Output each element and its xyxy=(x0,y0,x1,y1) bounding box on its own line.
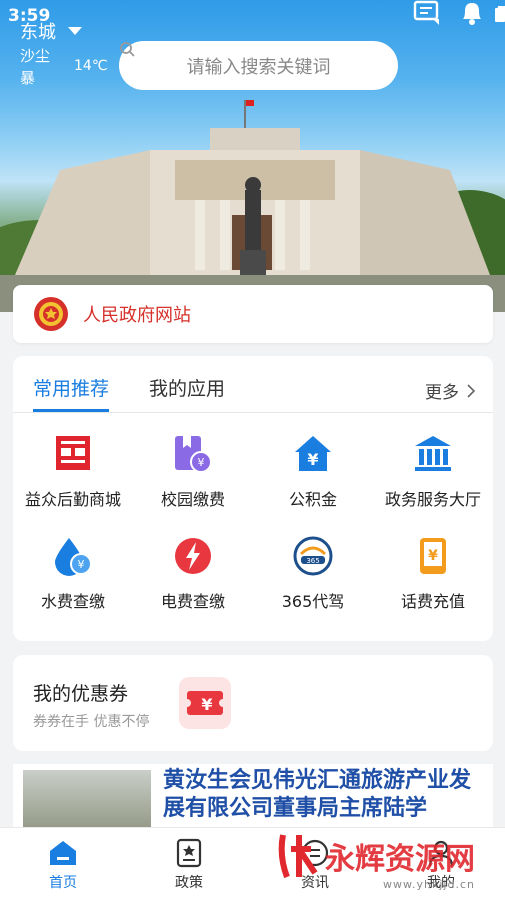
svg-text:¥: ¥ xyxy=(428,548,438,564)
nav-policy[interactable]: 政策 xyxy=(126,828,252,899)
search-icon xyxy=(120,42,135,57)
svg-text:365: 365 xyxy=(306,557,319,565)
more-label: 更多 xyxy=(425,383,459,403)
svg-text:¥: ¥ xyxy=(201,695,212,714)
app-housing-fund[interactable]: ¥ 公积金 xyxy=(253,434,373,510)
watermark: 永辉资源网 xyxy=(277,831,475,881)
app-phone-recharge[interactable]: ¥ 话费充值 xyxy=(373,536,493,612)
app-water-fee[interactable]: ¥ 水费查缴 xyxy=(13,536,133,612)
nav-home[interactable]: 首页 xyxy=(0,828,126,899)
electric-fee-icon xyxy=(175,538,211,574)
campus-payment-icon: ¥ xyxy=(175,436,212,473)
app-designated-driver[interactable]: 365 365代驾 xyxy=(253,536,373,612)
mall-icon xyxy=(56,436,90,470)
coupon-title: 我的优惠券 xyxy=(33,683,129,705)
divider xyxy=(13,412,493,413)
government-hall-icon xyxy=(415,436,451,471)
app-campus-payment[interactable]: ¥ 校园缴费 xyxy=(133,434,253,510)
search-input[interactable]: 请输入搜索关键词 xyxy=(119,41,398,90)
apps-grid: 益众后勤商城 ¥ 校园缴费 ¥ 公积金 政务服务大厅 ¥ 水费查缴 电费查缴 3… xyxy=(13,434,493,612)
svg-text:¥: ¥ xyxy=(198,456,205,469)
watermark-url: www.yhkjjd.cn xyxy=(383,878,475,891)
app-label: 水费查缴 xyxy=(40,592,105,611)
city-selector[interactable]: 东城 xyxy=(20,18,82,44)
water-fee-icon: ¥ xyxy=(55,538,92,576)
nav-label: 政策 xyxy=(175,875,203,891)
app-label: 政务服务大厅 xyxy=(384,490,481,509)
app-label: 话费充值 xyxy=(400,592,465,611)
svg-text:¥: ¥ xyxy=(78,558,85,571)
watermark-logo-icon xyxy=(278,834,318,879)
national-emblem-icon xyxy=(34,297,68,331)
designated-driver-icon: 365 xyxy=(293,536,333,576)
coupon-card[interactable]: 我的优惠券 券券在手 优惠不停 ¥ xyxy=(13,655,493,751)
nav-label: 首页 xyxy=(49,875,77,891)
city-name: 东城 xyxy=(20,22,56,43)
phone-recharge-icon: ¥ xyxy=(420,538,446,574)
watermark-text: 永辉资源网 xyxy=(325,842,475,877)
coupon-subtitle: 券券在手 优惠不停 xyxy=(33,714,150,730)
app-label: 校园缴费 xyxy=(160,490,225,509)
policy-icon xyxy=(176,838,202,868)
more-button[interactable]: 更多 xyxy=(425,378,475,403)
app-label: 公积金 xyxy=(288,490,337,509)
svg-text:¥: ¥ xyxy=(307,450,318,469)
search-placeholder: 请输入搜索关键词 xyxy=(186,56,331,78)
app-electric-fee[interactable]: 电费查缴 xyxy=(133,536,253,612)
tab-my-apps[interactable]: 我的应用 xyxy=(149,374,225,412)
government-website-banner[interactable]: 人民政府网站 xyxy=(13,285,493,343)
app-mall[interactable]: 益众后勤商城 xyxy=(13,434,133,510)
chevron-right-icon xyxy=(467,383,475,398)
temperature: 14℃ xyxy=(74,58,108,74)
tab-recommended[interactable]: 常用推荐 xyxy=(33,374,110,412)
app-label: 电费查缴 xyxy=(160,592,225,611)
weather-condition: 沙尘暴 xyxy=(20,47,51,87)
chevron-down-icon xyxy=(68,27,82,35)
news-title: 黄汝生会见伟光汇通旅游产业发展有限公司董事局主席陆学 xyxy=(163,767,472,821)
banner-title: 人民政府网站 xyxy=(83,305,191,326)
apps-tabs: 常用推荐 我的应用 xyxy=(33,374,225,412)
home-icon xyxy=(50,841,76,865)
housing-fund-icon: ¥ xyxy=(295,436,331,471)
apps-card: 常用推荐 我的应用 更多 益众后勤商城 ¥ 校园缴费 ¥ 公积金 政务服务大厅 … xyxy=(13,356,493,641)
battery-icon xyxy=(495,6,505,22)
bell-icon[interactable] xyxy=(460,0,484,26)
hero-banner-image[interactable]: 3:59 东城 沙尘暴 14℃ 请输入搜索关键词 xyxy=(0,0,505,312)
coupon-icon: ¥ xyxy=(179,677,231,729)
app-label: 365代驾 xyxy=(281,592,345,611)
app-government-hall[interactable]: 政务服务大厅 xyxy=(373,434,493,510)
app-label: 益众后勤商城 xyxy=(24,490,121,509)
message-icon[interactable] xyxy=(413,0,441,26)
